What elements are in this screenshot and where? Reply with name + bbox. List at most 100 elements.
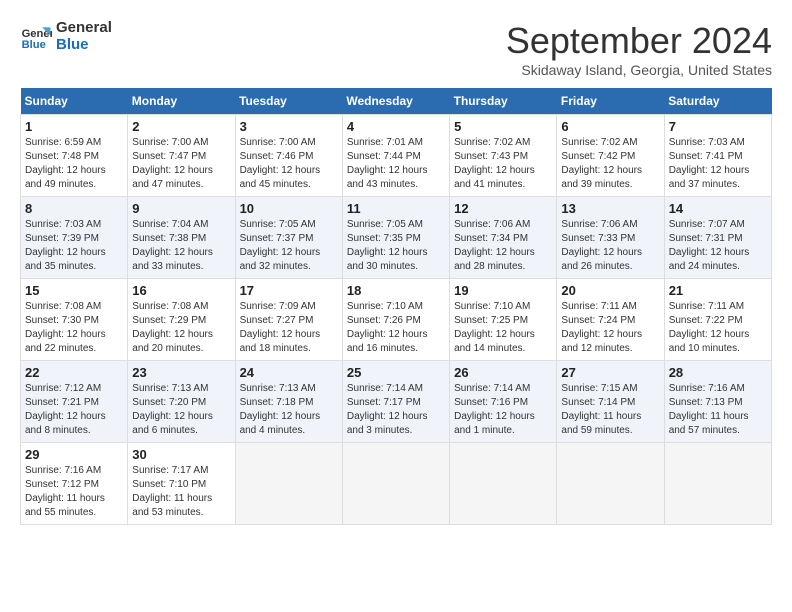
day-number: 28 <box>669 365 767 380</box>
logo: General Blue General Blue <box>20 20 112 53</box>
calendar-week-row: 1 Sunrise: 6:59 AM Sunset: 7:48 PM Daylig… <box>21 115 772 197</box>
calendar-cell: 2 Sunrise: 7:00 AM Sunset: 7:47 PM Daylig… <box>128 115 235 197</box>
day-info: Sunrise: 7:05 AM Sunset: 7:35 PM Dayligh… <box>347 218 445 274</box>
day-number: 19 <box>454 283 552 298</box>
weekday-header-monday: Monday <box>128 88 235 115</box>
day-info: Sunrise: 7:03 AM Sunset: 7:39 PM Dayligh… <box>25 218 123 274</box>
day-number: 2 <box>132 119 230 134</box>
day-info: Sunrise: 7:09 AM Sunset: 7:27 PM Dayligh… <box>240 300 338 356</box>
day-info: Sunrise: 7:12 AM Sunset: 7:21 PM Dayligh… <box>25 382 123 438</box>
day-number: 20 <box>561 283 659 298</box>
day-info: Sunrise: 7:13 AM Sunset: 7:18 PM Dayligh… <box>240 382 338 438</box>
weekday-header-sunday: Sunday <box>21 88 128 115</box>
day-info: Sunrise: 7:08 AM Sunset: 7:29 PM Dayligh… <box>132 300 230 356</box>
calendar-cell: 20 Sunrise: 7:11 AM Sunset: 7:24 PM Dayli… <box>557 279 664 361</box>
day-info: Sunrise: 7:02 AM Sunset: 7:43 PM Dayligh… <box>454 136 552 192</box>
day-info: Sunrise: 7:01 AM Sunset: 7:44 PM Dayligh… <box>347 136 445 192</box>
calendar-cell: 18Sunrise: 7:10 AM Sunset: 7:26 PM Dayli… <box>342 279 449 361</box>
logo-line1: General <box>56 20 112 37</box>
day-number: 11 <box>347 201 445 216</box>
day-info: Sunrise: 7:11 AM Sunset: 7:24 PM Dayligh… <box>561 300 659 356</box>
day-number: 10 <box>240 201 338 216</box>
day-info: Sunrise: 7:08 AM Sunset: 7:30 PM Dayligh… <box>25 300 123 356</box>
day-number: 17 <box>240 283 338 298</box>
calendar-cell: 5 Sunrise: 7:02 AM Sunset: 7:43 PM Daylig… <box>450 115 557 197</box>
day-number: 7 <box>669 119 767 134</box>
calendar-week-row: 15 Sunrise: 7:08 AM Sunset: 7:30 PM Dayli… <box>21 279 772 361</box>
calendar-cell: 12 Sunrise: 7:06 AM Sunset: 7:34 PM Dayli… <box>450 197 557 279</box>
day-number: 25 <box>347 365 445 380</box>
weekday-header-row: SundayMondayTuesdayWednesdayThursdayFrid… <box>21 88 772 115</box>
calendar-table: SundayMondayTuesdayWednesdayThursdayFrid… <box>20 88 772 525</box>
day-info: Sunrise: 7:06 AM Sunset: 7:34 PM Dayligh… <box>454 218 552 274</box>
day-info: Sunrise: 7:16 AM Sunset: 7:13 PM Dayligh… <box>669 382 767 438</box>
calendar-cell: 27 Sunrise: 7:15 AM Sunset: 7:14 PM Dayli… <box>557 361 664 443</box>
calendar-cell: 6Sunrise: 7:02 AM Sunset: 7:42 PM Daylig… <box>557 115 664 197</box>
day-info: Sunrise: 7:14 AM Sunset: 7:16 PM Dayligh… <box>454 382 552 438</box>
calendar-cell <box>342 443 449 525</box>
calendar-cell: 24 Sunrise: 7:13 AM Sunset: 7:18 PM Dayli… <box>235 361 342 443</box>
day-info: Sunrise: 7:10 AM Sunset: 7:26 PM Dayligh… <box>347 300 445 356</box>
day-number: 8 <box>25 201 123 216</box>
day-info: Sunrise: 7:15 AM Sunset: 7:14 PM Dayligh… <box>561 382 659 438</box>
weekday-header-thursday: Thursday <box>450 88 557 115</box>
day-number: 1 <box>25 119 123 134</box>
weekday-header-saturday: Saturday <box>664 88 771 115</box>
day-number: 29 <box>25 447 123 462</box>
day-info: Sunrise: 7:04 AM Sunset: 7:38 PM Dayligh… <box>132 218 230 274</box>
day-number: 21 <box>669 283 767 298</box>
calendar-cell: 3Sunrise: 7:00 AM Sunset: 7:46 PM Daylig… <box>235 115 342 197</box>
day-info: Sunrise: 7:00 AM Sunset: 7:46 PM Dayligh… <box>240 136 338 192</box>
day-number: 24 <box>240 365 338 380</box>
day-number: 12 <box>454 201 552 216</box>
day-number: 15 <box>25 283 123 298</box>
calendar-cell: 21 Sunrise: 7:11 AM Sunset: 7:22 PM Dayli… <box>664 279 771 361</box>
calendar-cell: 1 Sunrise: 6:59 AM Sunset: 7:48 PM Daylig… <box>21 115 128 197</box>
day-number: 23 <box>132 365 230 380</box>
day-info: Sunrise: 7:11 AM Sunset: 7:22 PM Dayligh… <box>669 300 767 356</box>
day-info: Sunrise: 7:14 AM Sunset: 7:17 PM Dayligh… <box>347 382 445 438</box>
day-number: 26 <box>454 365 552 380</box>
day-info: Sunrise: 7:06 AM Sunset: 7:33 PM Dayligh… <box>561 218 659 274</box>
day-info: Sunrise: 6:59 AM Sunset: 7:48 PM Dayligh… <box>25 136 123 192</box>
day-info: Sunrise: 7:17 AM Sunset: 7:10 PM Dayligh… <box>132 464 230 520</box>
calendar-cell: 26 Sunrise: 7:14 AM Sunset: 7:16 PM Dayli… <box>450 361 557 443</box>
location-subtitle: Skidaway Island, Georgia, United States <box>506 62 772 78</box>
day-number: 30 <box>132 447 230 462</box>
calendar-cell: 19 Sunrise: 7:10 AM Sunset: 7:25 PM Dayli… <box>450 279 557 361</box>
calendar-cell: 29 Sunrise: 7:16 AM Sunset: 7:12 PM Dayli… <box>21 443 128 525</box>
weekday-header-friday: Friday <box>557 88 664 115</box>
day-number: 13 <box>561 201 659 216</box>
calendar-cell: 8 Sunrise: 7:03 AM Sunset: 7:39 PM Daylig… <box>21 197 128 279</box>
calendar-cell: 10 Sunrise: 7:05 AM Sunset: 7:37 PM Dayli… <box>235 197 342 279</box>
weekday-header-wednesday: Wednesday <box>342 88 449 115</box>
calendar-cell: 17 Sunrise: 7:09 AM Sunset: 7:27 PM Dayli… <box>235 279 342 361</box>
calendar-week-row: 29 Sunrise: 7:16 AM Sunset: 7:12 PM Dayli… <box>21 443 772 525</box>
calendar-cell <box>235 443 342 525</box>
logo-line2: Blue <box>56 37 112 54</box>
page-header: General Blue General Blue September 2024… <box>20 20 772 78</box>
day-number: 5 <box>454 119 552 134</box>
calendar-cell: 23Sunrise: 7:13 AM Sunset: 7:20 PM Dayli… <box>128 361 235 443</box>
day-number: 27 <box>561 365 659 380</box>
title-section: September 2024 Skidaway Island, Georgia,… <box>506 20 772 78</box>
day-number: 9 <box>132 201 230 216</box>
day-info: Sunrise: 7:05 AM Sunset: 7:37 PM Dayligh… <box>240 218 338 274</box>
calendar-week-row: 8 Sunrise: 7:03 AM Sunset: 7:39 PM Daylig… <box>21 197 772 279</box>
calendar-cell: 22Sunrise: 7:12 AM Sunset: 7:21 PM Dayli… <box>21 361 128 443</box>
day-number: 4 <box>347 119 445 134</box>
day-info: Sunrise: 7:00 AM Sunset: 7:47 PM Dayligh… <box>132 136 230 192</box>
day-number: 16 <box>132 283 230 298</box>
calendar-cell: 7Sunrise: 7:03 AM Sunset: 7:41 PM Daylig… <box>664 115 771 197</box>
day-info: Sunrise: 7:16 AM Sunset: 7:12 PM Dayligh… <box>25 464 123 520</box>
calendar-cell: 28 Sunrise: 7:16 AM Sunset: 7:13 PM Dayli… <box>664 361 771 443</box>
calendar-cell: 14Sunrise: 7:07 AM Sunset: 7:31 PM Dayli… <box>664 197 771 279</box>
calendar-cell <box>557 443 664 525</box>
logo-icon: General Blue <box>20 21 52 53</box>
calendar-cell: 25 Sunrise: 7:14 AM Sunset: 7:17 PM Dayli… <box>342 361 449 443</box>
month-title: September 2024 <box>506 20 772 62</box>
weekday-header-tuesday: Tuesday <box>235 88 342 115</box>
day-info: Sunrise: 7:07 AM Sunset: 7:31 PM Dayligh… <box>669 218 767 274</box>
calendar-cell: 16 Sunrise: 7:08 AM Sunset: 7:29 PM Dayli… <box>128 279 235 361</box>
day-info: Sunrise: 7:10 AM Sunset: 7:25 PM Dayligh… <box>454 300 552 356</box>
